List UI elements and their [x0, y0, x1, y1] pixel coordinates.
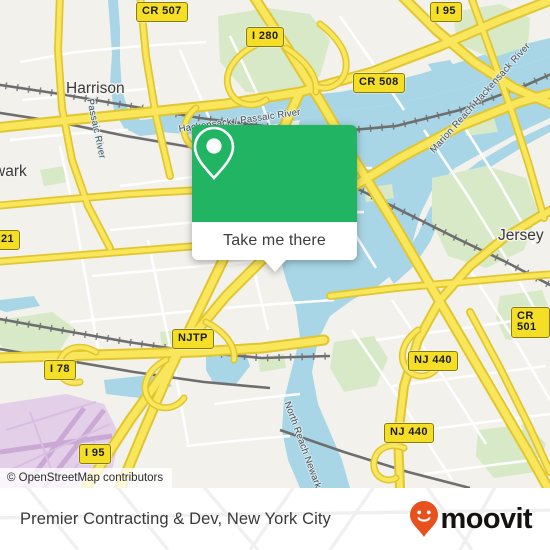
shield-i-280[interactable]: I 280	[246, 27, 285, 47]
shield-i-95-north[interactable]: I 95	[430, 2, 462, 22]
popup-tail	[263, 260, 286, 272]
moovit-pin-smiley-icon	[409, 501, 438, 537]
osm-attribution[interactable]: © OpenStreetMap contributors	[0, 468, 173, 488]
popup-action-panel[interactable]: Take me there	[192, 222, 357, 260]
shield-i-78[interactable]: I 78	[44, 360, 76, 380]
map-screenshot: Harrison wark Jersey Passaic River Hacke…	[0, 0, 550, 550]
shield-cr-507[interactable]: CR 507	[136, 2, 188, 22]
shield-cr-501[interactable]: CR 501	[511, 307, 550, 338]
shield-i-95-south[interactable]: I 95	[79, 444, 111, 464]
take-me-there-label: Take me there	[223, 232, 326, 249]
destination-popup[interactable]: Take me there	[192, 125, 357, 272]
location-title: Premier Contracting & Dev, New York City	[20, 509, 331, 528]
footer-content: Premier Contracting & Dev, New York City…	[0, 488, 550, 550]
shield-21[interactable]: 21	[0, 230, 21, 250]
map-canvas[interactable]: Harrison wark Jersey Passaic River Hacke…	[0, 0, 550, 488]
shield-njtp[interactable]: NJTP	[172, 329, 214, 349]
map-pin-icon	[193, 126, 235, 180]
shield-nj-440-lower[interactable]: NJ 440	[384, 423, 434, 443]
shield-cr-508[interactable]: CR 508	[353, 73, 405, 93]
footer-bar: Premier Contracting & Dev, New York City…	[0, 488, 550, 550]
moovit-wordmark: moovit	[440, 502, 533, 535]
popup-icon-panel	[192, 125, 357, 222]
moovit-brand[interactable]: moovit	[409, 500, 533, 538]
shield-nj-440-upper[interactable]: NJ 440	[408, 351, 458, 371]
